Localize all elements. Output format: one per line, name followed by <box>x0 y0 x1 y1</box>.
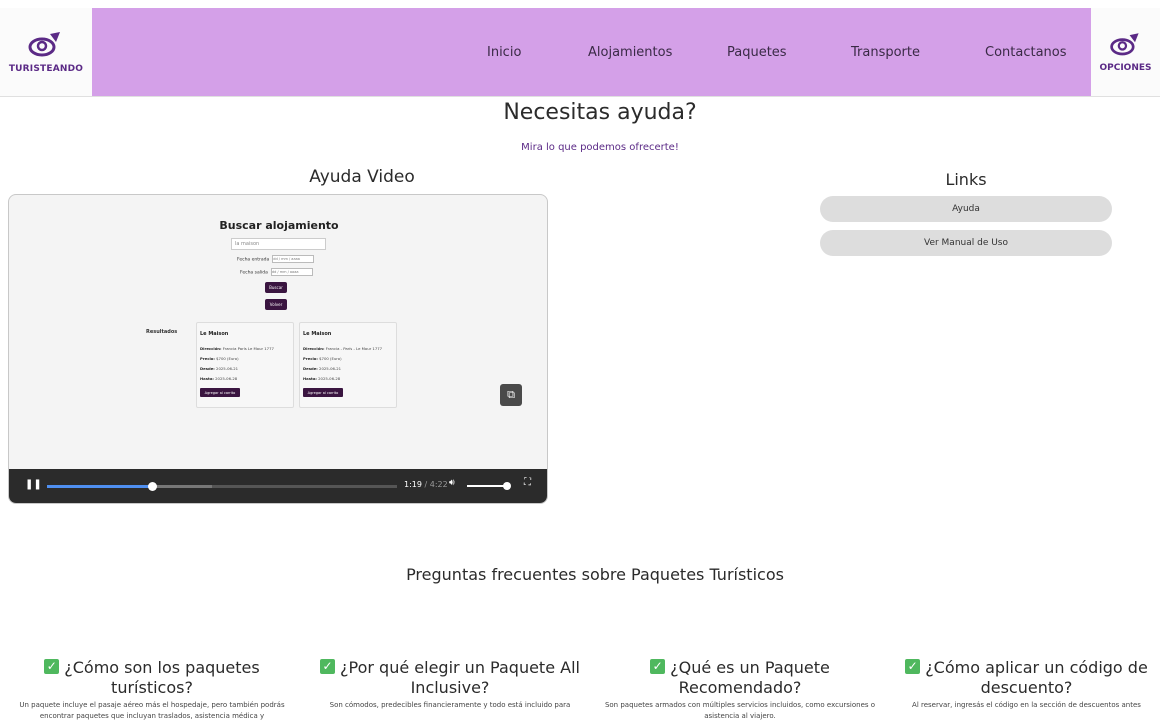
checkbox-icon: ✓ <box>650 659 666 674</box>
nav-inicio[interactable]: Inicio <box>487 45 521 60</box>
nav-paquetes[interactable]: Paquetes <box>727 45 787 60</box>
logo-text: TURISTEANDO <box>8 64 84 74</box>
result-price: Precio: $700 (Euro) <box>303 356 342 361</box>
volume-thumb[interactable] <box>503 482 511 490</box>
video-progress-bar[interactable] <box>47 482 397 491</box>
header-divider <box>0 96 1160 97</box>
travel-logo-icon <box>1109 33 1139 56</box>
faq-item: ✓ ¿Por qué elegir un Paquete All Inclusiv… <box>300 658 600 711</box>
page-title: Necesitas ayuda? <box>503 100 697 125</box>
checkbox-icon: ✓ <box>44 659 60 674</box>
result-address: Dirección: Francia - París - Le Mour 177… <box>303 346 383 351</box>
faq-item: ✓ ¿Cómo aplicar un código de descuento? A… <box>893 658 1160 711</box>
logo[interactable]: TURISTEANDO <box>0 8 93 96</box>
travel-logo-icon <box>28 32 60 57</box>
progress-thumb[interactable] <box>148 482 157 491</box>
video-back-button: Volver <box>265 299 287 310</box>
result-name: Le Maison <box>303 331 332 337</box>
page-subtitle: Mira lo que podemos ofrecerte! <box>521 142 679 153</box>
result-address: Dirección: Francia París Le Mour 1777 <box>200 346 274 351</box>
faq-item: ✓ ¿Cómo son los paquetes turísticos? Un p… <box>2 658 302 722</box>
volume-icon[interactable]: 🔊︎ <box>449 478 455 488</box>
faq-title: Preguntas frecuentes sobre Paquetes Turí… <box>406 565 784 584</box>
faq-question[interactable]: ✓ ¿Qué es un Paquete Recomendado? <box>590 658 890 698</box>
video-controls: ❚❚ 1:19 / 4:22 🔊︎ ⛶ <box>9 469 547 503</box>
video-heading: Buscar alojamiento <box>219 219 339 232</box>
faq-item: ✓ ¿Qué es un Paquete Recomendado? Son paq… <box>590 658 890 722</box>
video-checkin-date: dd / mm / aaaa <box>272 255 315 263</box>
result-price: Precio: $700 (Euro) <box>200 356 239 361</box>
nav-transporte[interactable]: Transporte <box>851 45 920 60</box>
video-section-title: Ayuda Video <box>309 167 415 187</box>
picture-in-picture-icon[interactable]: ⧉ <box>500 384 522 406</box>
help-video-player[interactable]: Buscar alojamiento la maison Fecha entra… <box>8 194 548 504</box>
options-button[interactable]: OPCIONES <box>1091 8 1160 96</box>
played-bar <box>47 485 152 488</box>
video-search-button: Buscar <box>265 282 287 293</box>
video-checkout-label: Fecha salida <box>240 270 268 276</box>
nav-alojamientos[interactable]: Alojamientos <box>588 45 672 60</box>
result-from: Desde: 2025-06-21 <box>303 366 342 371</box>
video-checkin-label: Fecha entrada <box>237 257 270 263</box>
link-ayuda[interactable]: Ayuda <box>820 196 1112 222</box>
result-to: Hasta: 2025-06-28 <box>200 376 238 381</box>
duration: 4:22 <box>429 480 448 489</box>
result-from: Desde: 2025-06-21 <box>200 366 239 371</box>
pause-icon[interactable]: ❚❚ <box>25 479 42 490</box>
faq-answer: Son paquetes armados con múltiples servi… <box>604 701 876 720</box>
nav-contactanos[interactable]: Contactanos <box>985 45 1067 60</box>
navbar: Inicio Alojamientos Paquetes Transporte … <box>92 8 1091 96</box>
video-time: 1:19 / 4:22 <box>404 480 448 489</box>
faq-question[interactable]: ✓ ¿Cómo son los paquetes turísticos? <box>2 658 302 698</box>
result-add-to-cart: Agregar al carrito <box>303 388 343 397</box>
video-checkout-row: Fecha salida dd / mm / aaaa <box>240 268 313 276</box>
checkbox-icon: ✓ <box>905 659 921 674</box>
result-name: Le Maison <box>200 331 229 337</box>
video-results-label: Resultados <box>146 329 178 335</box>
faq-question[interactable]: ✓ ¿Cómo aplicar un código de descuento? <box>893 658 1160 698</box>
result-to: Hasta: 2025-06-28 <box>303 376 341 381</box>
faq-question[interactable]: ✓ ¿Por qué elegir un Paquete All Inclusiv… <box>300 658 600 698</box>
video-result-card: Le Maison Dirección: Francia París Le Mo… <box>196 322 294 408</box>
links-section-title: Links <box>945 170 987 189</box>
video-search-field: la maison <box>231 238 326 250</box>
faq-answer: Al reservar, ingresás el código en la se… <box>912 701 1141 709</box>
checkbox-icon: ✓ <box>320 659 336 674</box>
fullscreen-icon[interactable]: ⛶ <box>524 477 531 488</box>
link-manual-de-uso[interactable]: Ver Manual de Uso <box>820 230 1112 256</box>
faq-answer: Son cómodos, predecibles financieramente… <box>329 701 571 709</box>
video-checkout-date: dd / mm / aaaa <box>270 268 313 276</box>
faq-answer: Un paquete incluye el pasaje aéreo más e… <box>19 701 285 720</box>
current-time: 1:19 <box>404 480 422 489</box>
video-result-card: Le Maison Dirección: Francia - París - L… <box>299 322 397 408</box>
result-add-to-cart: Agregar al carrito <box>200 388 240 397</box>
options-label: OPCIONES <box>1099 63 1152 73</box>
video-checkin-row: Fecha entrada dd / mm / aaaa <box>237 255 315 263</box>
volume-slider[interactable] <box>467 485 507 487</box>
